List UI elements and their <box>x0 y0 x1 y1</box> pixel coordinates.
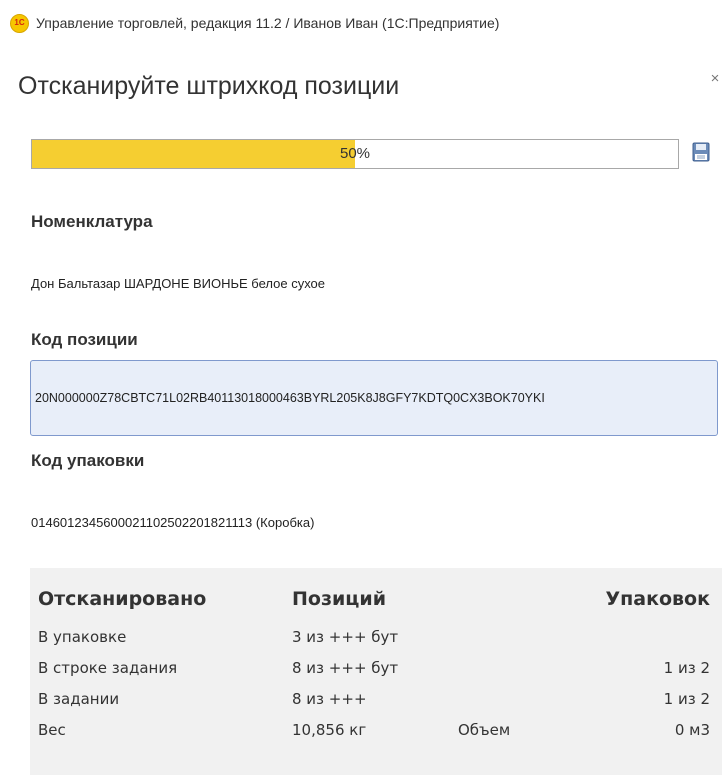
row-label: В упаковке <box>38 628 127 646</box>
stats-row: В упаковке 3 из +++ бут <box>30 622 722 652</box>
row-extra-label: Объем <box>458 721 511 739</box>
package-code-label: Код упаковки <box>31 451 145 470</box>
progress-label: 50% <box>339 145 371 162</box>
nomenclature-label: Номенклатура <box>31 212 153 231</box>
1c-logo-icon: 1С <box>10 13 29 33</box>
stats-row: В задании 8 из +++ 1 из 2 <box>30 684 722 714</box>
row-positions: 8 из +++ <box>292 690 367 708</box>
package-code-value: 0146012345600021102502201821113 (Коробка… <box>31 515 315 530</box>
row-packages: 1 из 2 <box>663 659 710 677</box>
nomenclature-value: Дон Бальтазар ШАРДОНЕ ВИОНЬЕ белое сухое <box>31 276 326 291</box>
form-title: Отсканируйте штрихкод позиции <box>18 72 400 100</box>
position-code-label: Код позиции <box>31 330 138 349</box>
position-code-field[interactable]: 20N000000Z78CBTC71L02RB40113018000463BYR… <box>30 360 718 436</box>
header-scanned: Отсканировано <box>38 588 207 610</box>
row-positions: 3 из +++ бут <box>292 628 399 646</box>
row-label: Вес <box>38 721 66 739</box>
close-icon[interactable]: × <box>708 70 722 88</box>
scan-progress-bar: 50% <box>31 139 679 169</box>
header-packages: Упаковок <box>605 588 710 610</box>
row-packages: 1 из 2 <box>663 690 710 708</box>
stats-row: В строке задания 8 из +++ бут 1 из 2 <box>30 653 722 683</box>
window-title: Управление торговлей, редакция 11.2 / Ив… <box>36 15 500 31</box>
row-positions: 8 из +++ бут <box>292 659 399 677</box>
row-packages: 0 м3 <box>674 721 710 739</box>
row-label: В задании <box>38 690 120 708</box>
scan-stats-panel: Отсканировано Позиций Упаковок В упаковк… <box>30 568 722 775</box>
header-positions: Позиций <box>292 588 387 610</box>
stats-row: Вес 10,856 кг Объем 0 м3 <box>30 715 722 745</box>
row-positions: 10,856 кг <box>292 721 367 739</box>
save-icon[interactable] <box>692 142 710 162</box>
row-label: В строке задания <box>38 659 178 677</box>
window-title-bar: 1С Управление торговлей, редакция 11.2 /… <box>10 12 499 34</box>
stats-header-row: Отсканировано Позиций Упаковок <box>30 584 722 614</box>
